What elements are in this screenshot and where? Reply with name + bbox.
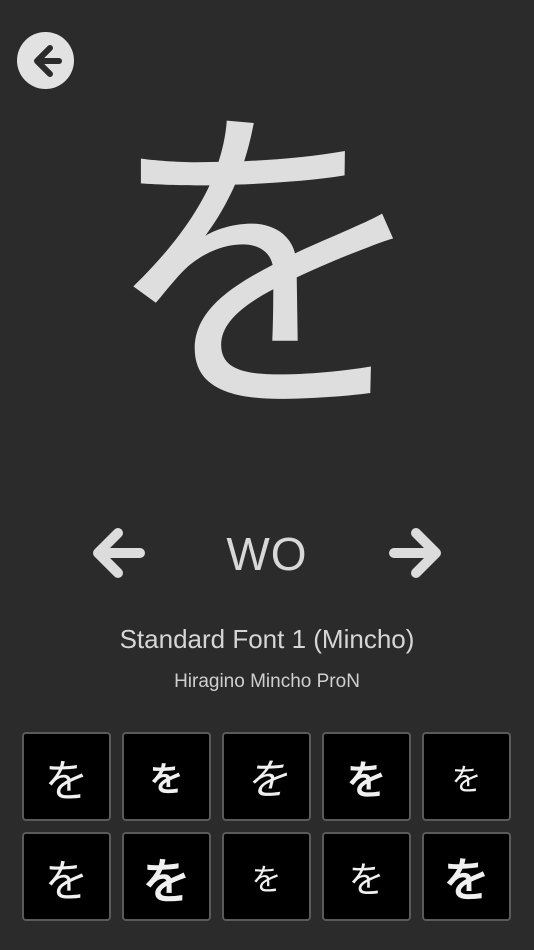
right-arrow-icon (389, 528, 441, 578)
font-tile-7[interactable]: を (122, 832, 211, 921)
kana-display: を (102, 78, 432, 462)
font-tile-1[interactable]: を (22, 732, 111, 821)
font-tile-3[interactable]: を (222, 732, 311, 821)
font-tile-8[interactable]: を (222, 832, 311, 921)
font-tile-9[interactable]: を (322, 832, 411, 921)
font-title: Standard Font 1 (Mincho) (119, 624, 415, 654)
font-tile-2[interactable]: を (122, 732, 211, 821)
font-tile-4[interactable]: を (322, 732, 411, 821)
character-navigation: WO (0, 515, 534, 595)
font-tile-10[interactable]: を (422, 832, 511, 921)
font-tile-6[interactable]: を (22, 832, 111, 921)
previous-character-button[interactable] (88, 523, 148, 583)
font-subtitle: Hiragino Mincho ProN (174, 671, 360, 692)
romaji-label: WO (226, 528, 308, 580)
left-arrow-icon (93, 528, 145, 578)
next-character-button[interactable] (386, 523, 446, 583)
font-style-grid: を を を を を を を を を を (22, 732, 514, 921)
font-tile-5[interactable]: を (422, 732, 511, 821)
